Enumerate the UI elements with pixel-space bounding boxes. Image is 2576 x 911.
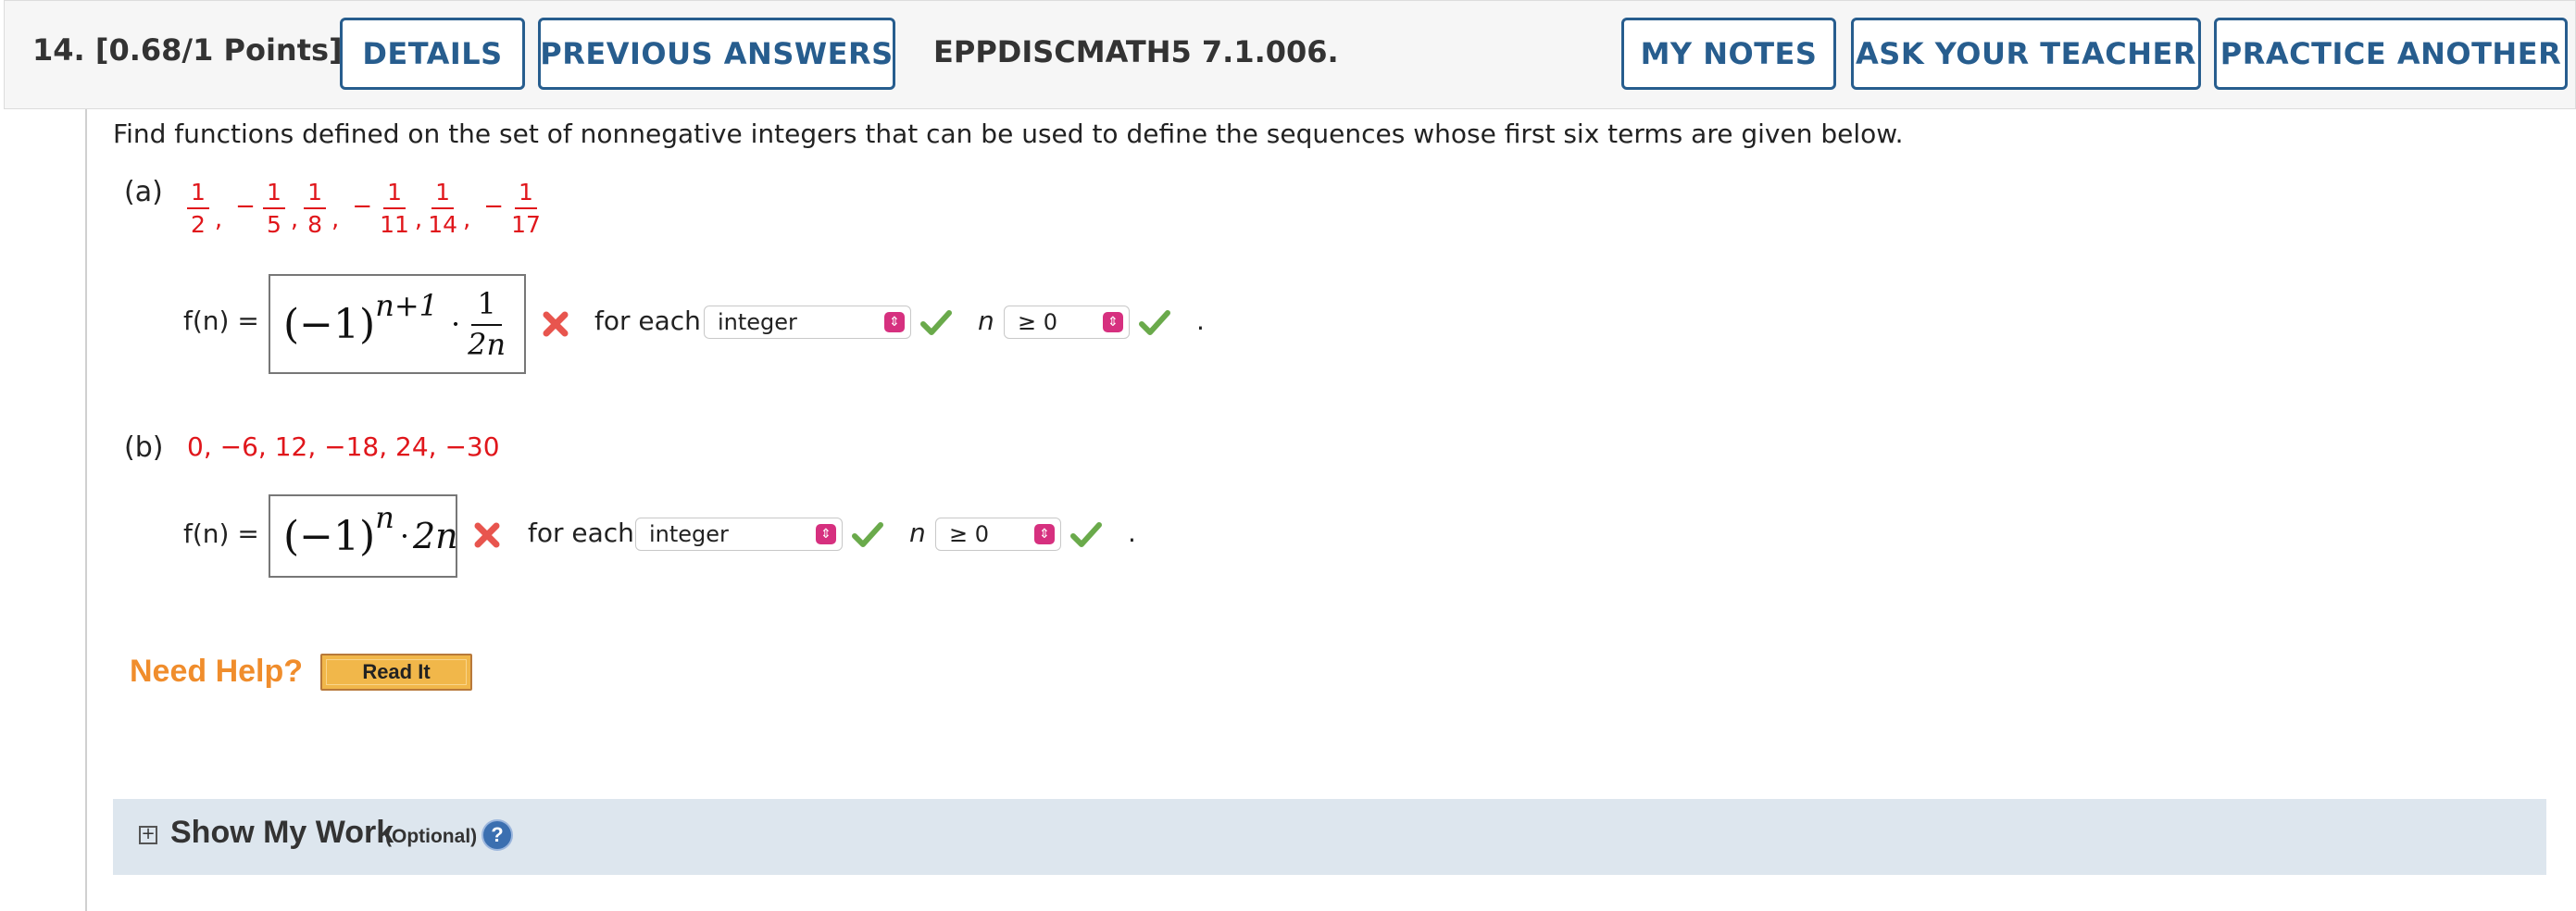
part-b-condition-select[interactable]: ≥ 0 ⇕ <box>935 518 1061 551</box>
question-prompt: Find functions defined on the set of non… <box>113 119 1904 149</box>
sequence-term-numerator: 1 <box>515 181 537 209</box>
my-notes-button[interactable]: MY NOTES <box>1621 18 1836 90</box>
practice-another-button[interactable]: PRACTICE ANOTHER <box>2214 18 2568 90</box>
sequence-minus-sign: − <box>483 193 505 220</box>
sequence-term-denominator: 5 <box>266 211 281 238</box>
sequence-term-denominator: 2 <box>191 211 206 238</box>
part-b-answer-dot: · <box>399 518 409 554</box>
select-updown-icon: ⇕ <box>1034 524 1055 544</box>
sequence-comma: , <box>331 206 340 233</box>
sequence-term: 1 11 <box>380 181 409 236</box>
incorrect-x-icon <box>474 522 500 548</box>
part-b-answer-base: (−1) <box>283 512 376 560</box>
sequence-term: 1 14 <box>428 181 457 236</box>
correct-check-icon <box>920 310 952 335</box>
part-a-label: (a) <box>124 176 163 208</box>
part-a-period: . <box>1196 306 1205 336</box>
question-header: 14. [0.68/1 Points] DETAILS PREVIOUS ANS… <box>4 0 2576 109</box>
part-a-condition-select[interactable]: ≥ 0 ⇕ <box>1004 306 1130 339</box>
part-a-answer-frac-num: 1 <box>471 289 502 326</box>
sequence-term-denominator: 14 <box>428 211 457 238</box>
show-my-work-optional: (Optional) <box>385 826 478 847</box>
show-my-work-title[interactable]: Show My Work <box>170 815 394 851</box>
part-a-condition-select-value: ≥ 0 <box>1018 309 1058 335</box>
sequence-term-numerator: 1 <box>262 181 285 209</box>
problem-code: EPPDISCMATH5 7.1.006. <box>933 34 1339 69</box>
sequence-term-numerator: 1 <box>304 181 327 209</box>
part-a-answer-exponent: n+1 <box>375 288 438 323</box>
select-updown-icon: ⇕ <box>884 312 905 332</box>
ask-your-teacher-button[interactable]: ASK YOUR TEACHER <box>1851 18 2201 90</box>
previous-answers-button[interactable]: PREVIOUS ANSWERS <box>538 18 895 90</box>
select-updown-icon: ⇕ <box>816 524 836 544</box>
part-a-for-each-label: for each <box>594 306 701 336</box>
sequence-comma: , <box>214 206 223 233</box>
sequence-term-numerator: 1 <box>431 181 455 209</box>
correct-check-icon <box>852 522 883 547</box>
sequence-term-denominator: 11 <box>380 211 409 238</box>
sequence-term: 12 <box>187 181 209 236</box>
need-help-label: Need Help? <box>130 654 304 689</box>
part-b-condition-select-value: ≥ 0 <box>949 521 990 547</box>
part-a-answer-dot: · <box>450 306 461 342</box>
expand-plus-icon[interactable]: + <box>139 826 157 844</box>
question-number: 14. <box>32 32 85 68</box>
correct-check-icon <box>1070 522 1102 547</box>
sequence-term-numerator: 1 <box>187 181 209 209</box>
part-b-domain-select-value: integer <box>649 521 729 547</box>
part-b-label: (b) <box>124 431 164 464</box>
part-b-period: . <box>1128 518 1136 548</box>
part-b-answer-term: 2n <box>412 516 458 556</box>
part-a-answer-base: (−1) <box>283 300 376 348</box>
part-b-answer-box[interactable]: (−1) n · 2n <box>269 494 458 578</box>
points-score: [0.68/1 Points] <box>94 32 343 68</box>
part-a-answer-frac-den: 2n <box>468 327 506 362</box>
question-number-points: 14. [0.68/1 Points] <box>32 32 343 68</box>
part-a-function-label: f(n) = <box>183 306 259 336</box>
sequence-term: 1 17 <box>511 181 541 236</box>
sequence-term: 18 <box>304 181 327 238</box>
incorrect-x-icon <box>543 311 569 337</box>
sequence-minus-sign: − <box>235 193 256 220</box>
correct-check-icon <box>1139 310 1170 335</box>
select-updown-icon: ⇕ <box>1103 312 1123 332</box>
show-my-work-panel[interactable]: + Show My Work (Optional) ? <box>113 799 2546 875</box>
sequence-term: 15 <box>262 181 285 238</box>
sequence-term-numerator: 1 <box>383 181 406 209</box>
sequence-term-denominator: 8 <box>307 211 323 238</box>
part-a-answer-fraction: 1 2n <box>468 289 506 359</box>
help-question-icon[interactable]: ? <box>481 819 513 851</box>
read-it-button[interactable]: Read It <box>320 654 472 691</box>
sequence-comma: , <box>414 206 423 233</box>
part-b-n-variable: n <box>909 518 926 548</box>
sequence-minus-sign: − <box>352 193 373 220</box>
part-a-sequence: 1 2, −1 5, 1 8, −1 11, 1 14, −1 17 <box>187 176 541 241</box>
part-a-domain-select-value: integer <box>718 309 797 335</box>
part-b-for-each-label: for each <box>528 518 634 548</box>
sequence-term-denominator: 17 <box>511 211 541 238</box>
part-a-answer-box[interactable]: (−1) n+1 · 1 2n <box>269 274 526 374</box>
part-b-answer-exponent: n <box>375 500 394 535</box>
part-b-function-label: f(n) = <box>183 518 259 549</box>
details-button[interactable]: DETAILS <box>340 18 525 90</box>
part-a-n-variable: n <box>978 306 994 336</box>
part-a-domain-select[interactable]: integer ⇕ <box>704 306 911 339</box>
part-b-sequence: 0, −6, 12, −18, 24, −30 <box>187 431 500 462</box>
left-divider <box>85 109 87 911</box>
sequence-comma: , <box>463 206 471 233</box>
part-b-domain-select[interactable]: integer ⇕ <box>635 518 843 551</box>
sequence-comma: , <box>290 206 299 233</box>
